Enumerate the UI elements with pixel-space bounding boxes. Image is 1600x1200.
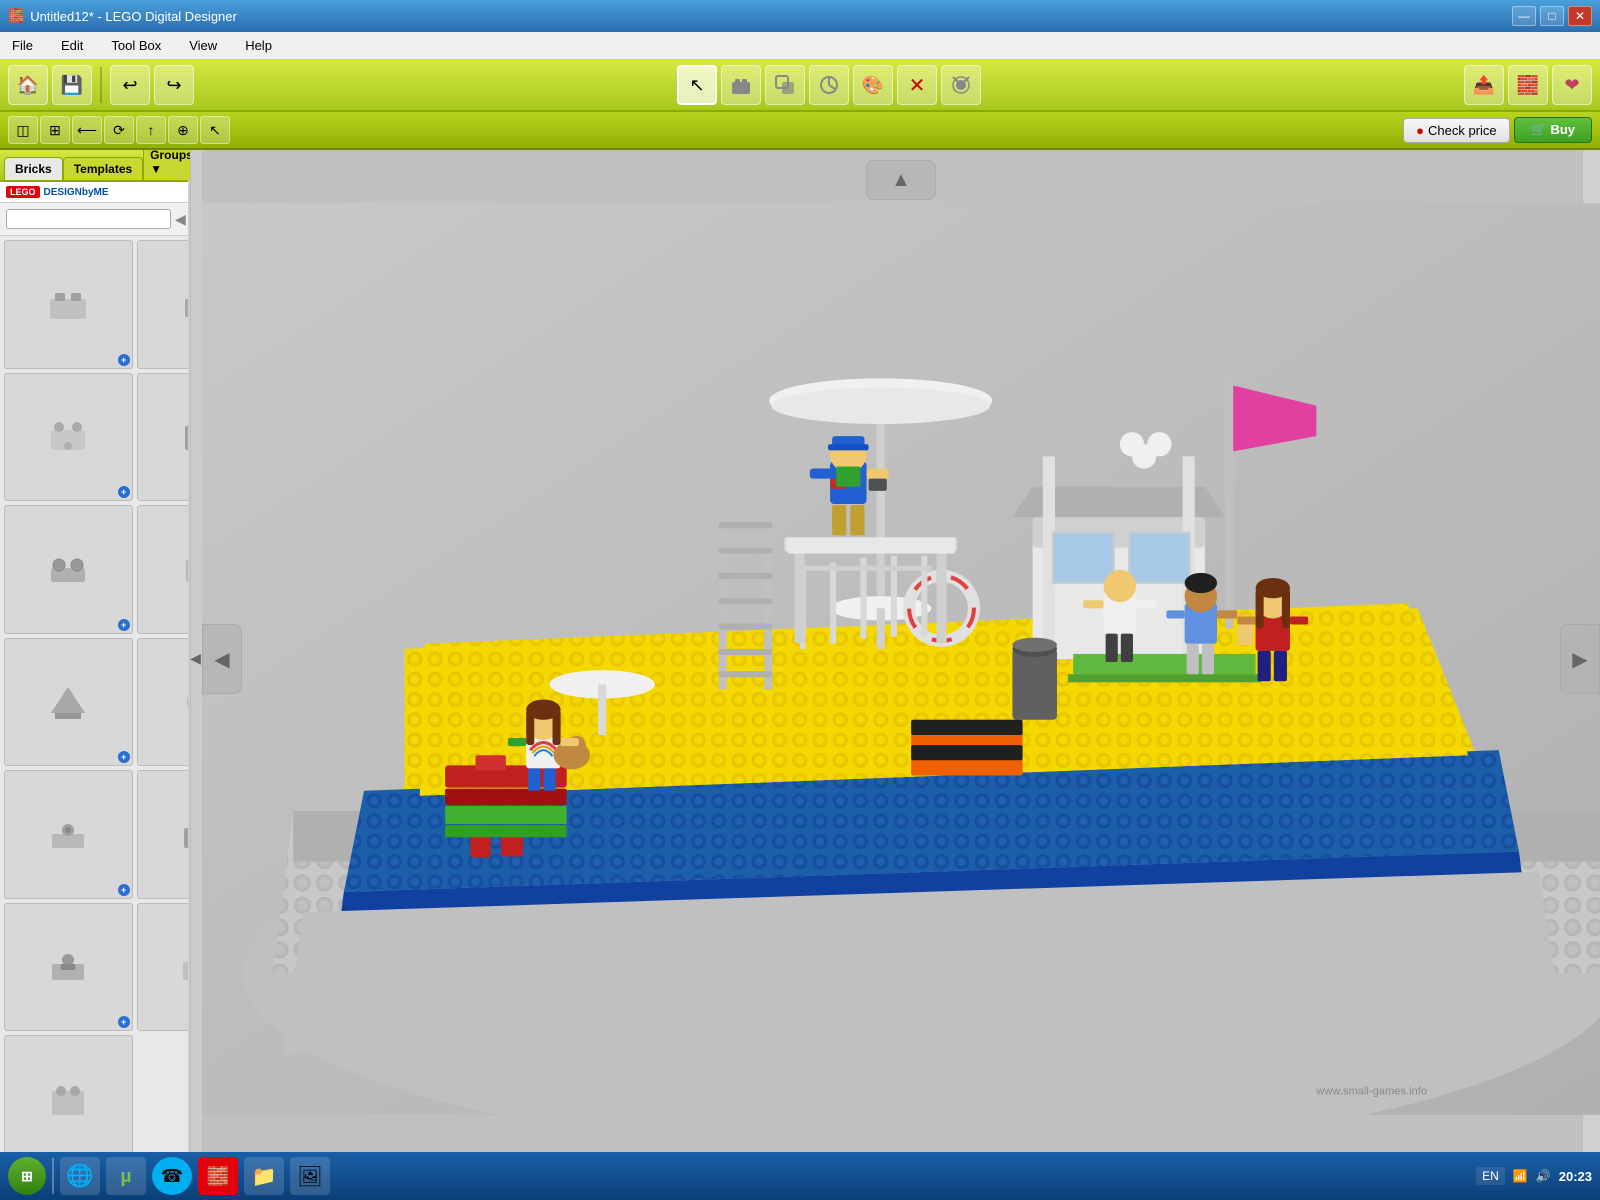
check-price-label: Check price	[1428, 123, 1497, 138]
taskbar-explorer-button[interactable]: 📁	[244, 1157, 284, 1195]
axis-y-button[interactable]: ⟳	[104, 116, 134, 144]
undo-button[interactable]: ↩	[110, 65, 150, 105]
lego-scene-svg: www.small-games.info	[202, 150, 1600, 1168]
plus-badge: +	[118, 1016, 130, 1028]
axis-x-button[interactable]: ⟵	[72, 116, 102, 144]
delete-button[interactable]: ✕	[897, 65, 937, 105]
hinge-button[interactable]	[809, 65, 849, 105]
brick-item[interactable]: +	[4, 770, 133, 899]
menu-bar: File Edit Tool Box View Help	[0, 32, 1600, 60]
svg-text:www.small-games.info: www.small-games.info	[1315, 1086, 1427, 1098]
top-right-controls: ● Check price 🛒 Buy	[1403, 117, 1592, 143]
cursor-mode-button[interactable]: ↖	[200, 116, 230, 144]
build-mode-button[interactable]	[721, 65, 761, 105]
tab-templates[interactable]: Templates	[63, 157, 143, 180]
menu-file[interactable]: File	[6, 36, 39, 55]
clone-sub-button[interactable]: ⊕	[168, 116, 198, 144]
check-price-icon: ●	[1416, 123, 1424, 138]
taskbar-chrome-button[interactable]: 🌐	[60, 1157, 100, 1195]
sub-toolbar: ◫ ⊞ ⟵ ⟳ ↑ ⊕ ↖ ● Check price 🛒 Buy	[0, 112, 1600, 150]
sidebar-tabs: Bricks Templates Groups ▼	[0, 150, 188, 182]
app-icon: 🧱	[8, 8, 24, 24]
lego-logo-icon: LEGO	[6, 186, 40, 198]
menu-toolbox[interactable]: Tool Box	[105, 36, 167, 55]
sidebar-search-bar: ◀	[0, 203, 188, 236]
redo-button[interactable]: ↪	[154, 65, 194, 105]
plus-badge: +	[118, 619, 130, 631]
wishlist-button[interactable]: ❤	[1552, 65, 1592, 105]
taskbar-photos-button[interactable]: 🖼	[290, 1157, 330, 1195]
lego-online-button[interactable]: 🧱	[1508, 65, 1548, 105]
brick-item[interactable]: +	[4, 505, 133, 634]
plus-badge: +	[118, 751, 130, 763]
menu-help[interactable]: Help	[239, 36, 278, 55]
toolbar-separator-1	[100, 67, 102, 103]
brick-item[interactable]: +	[4, 903, 133, 1032]
language-indicator: EN	[1476, 1167, 1505, 1185]
taskbar-separator	[52, 1158, 54, 1194]
snap-mode-button[interactable]: ◫	[8, 116, 38, 144]
buy-cart-icon: 🛒	[1531, 122, 1547, 137]
taskbar-ldd-button[interactable]: 🧱	[198, 1157, 238, 1195]
brick-item[interactable]: +	[4, 638, 133, 767]
search-input[interactable]	[6, 209, 171, 229]
brick-item[interactable]	[137, 770, 188, 899]
minimize-button[interactable]: —	[1512, 6, 1536, 26]
title-bar-controls: — □ ✕	[1512, 6, 1592, 26]
brick-item[interactable]: +	[137, 903, 188, 1032]
start-button[interactable]: ⊞	[8, 1157, 46, 1195]
menu-view[interactable]: View	[183, 36, 223, 55]
canvas-nav-right[interactable]: ▶	[1560, 624, 1600, 694]
network-icon: 📶	[1513, 1169, 1528, 1183]
new-button[interactable]: 🏠	[8, 65, 48, 105]
select-tool-button[interactable]: ↖	[677, 65, 717, 105]
canvas-nav-up[interactable]: ▲	[866, 160, 936, 200]
buy-button[interactable]: 🛒 Buy	[1514, 117, 1592, 143]
save-button[interactable]: 💾	[52, 65, 92, 105]
title-bar: 🧱 Untitled12* - LEGO Digital Designer — …	[0, 0, 1600, 32]
buy-label: Buy	[1550, 122, 1575, 137]
canvas-area[interactable]: ▲ ◀ ▶ ◀	[202, 150, 1600, 1168]
clone-button[interactable]	[765, 65, 805, 105]
view-button[interactable]	[941, 65, 981, 105]
brick-item[interactable]: +	[4, 240, 133, 369]
brick-item[interactable]	[4, 1035, 133, 1164]
volume-icon: 🔊	[1536, 1169, 1551, 1183]
grid-snap-button[interactable]: ⊞	[40, 116, 70, 144]
design-by-me-label: DESIGNbyME	[44, 187, 109, 198]
sidebar-collapse-icon[interactable]: ◀	[175, 211, 186, 228]
menu-edit[interactable]: Edit	[55, 36, 89, 55]
axis-z-button[interactable]: ↑	[136, 116, 166, 144]
share-button[interactable]: 📤	[1464, 65, 1504, 105]
close-button[interactable]: ✕	[1568, 6, 1592, 26]
plus-badge: +	[118, 884, 130, 896]
title-bar-left: 🧱 Untitled12* - LEGO Digital Designer	[8, 8, 237, 24]
canvas-nav-left[interactable]: ◀	[202, 624, 242, 694]
check-price-button[interactable]: ● Check price	[1403, 118, 1510, 143]
window-title: Untitled12* - LEGO Digital Designer	[30, 9, 237, 24]
tab-bricks[interactable]: Bricks	[4, 157, 63, 180]
brick-item[interactable]: +	[4, 373, 133, 502]
paint-button[interactable]: 🎨	[853, 65, 893, 105]
brick-item[interactable]: +	[137, 373, 188, 502]
maximize-button[interactable]: □	[1540, 6, 1564, 26]
main-layout: Bricks Templates Groups ▼ LEGO DESIGNbyM…	[0, 150, 1600, 1168]
sidebar-logo: LEGO DESIGNbyME	[0, 182, 188, 203]
taskbar-skype-button[interactable]: ☎	[152, 1157, 192, 1195]
sidebar: Bricks Templates Groups ▼ LEGO DESIGNbyM…	[0, 150, 190, 1168]
brick-item[interactable]: +	[137, 240, 188, 369]
time-display: 20:23	[1559, 1169, 1592, 1184]
sidebar-collapse-handle[interactable]: ◀	[190, 150, 202, 1168]
bricks-grid: + + + + + +	[0, 236, 188, 1168]
plus-badge: +	[118, 486, 130, 498]
taskbar: ⊞ 🌐 μ ☎ 🧱 📁 🖼 EN 📶 🔊 20:23	[0, 1152, 1600, 1200]
plus-badge: +	[118, 354, 130, 366]
taskbar-system-tray: EN 📶 🔊 20:23	[1476, 1167, 1592, 1185]
brick-item[interactable]: +	[137, 505, 188, 634]
taskbar-utorrent-button[interactable]: μ	[106, 1157, 146, 1195]
main-toolbar: 🏠 💾 ↩ ↪ ↖ 🎨 ✕ 📤 🧱 ❤	[0, 60, 1600, 112]
brick-item[interactable]: +	[137, 638, 188, 767]
